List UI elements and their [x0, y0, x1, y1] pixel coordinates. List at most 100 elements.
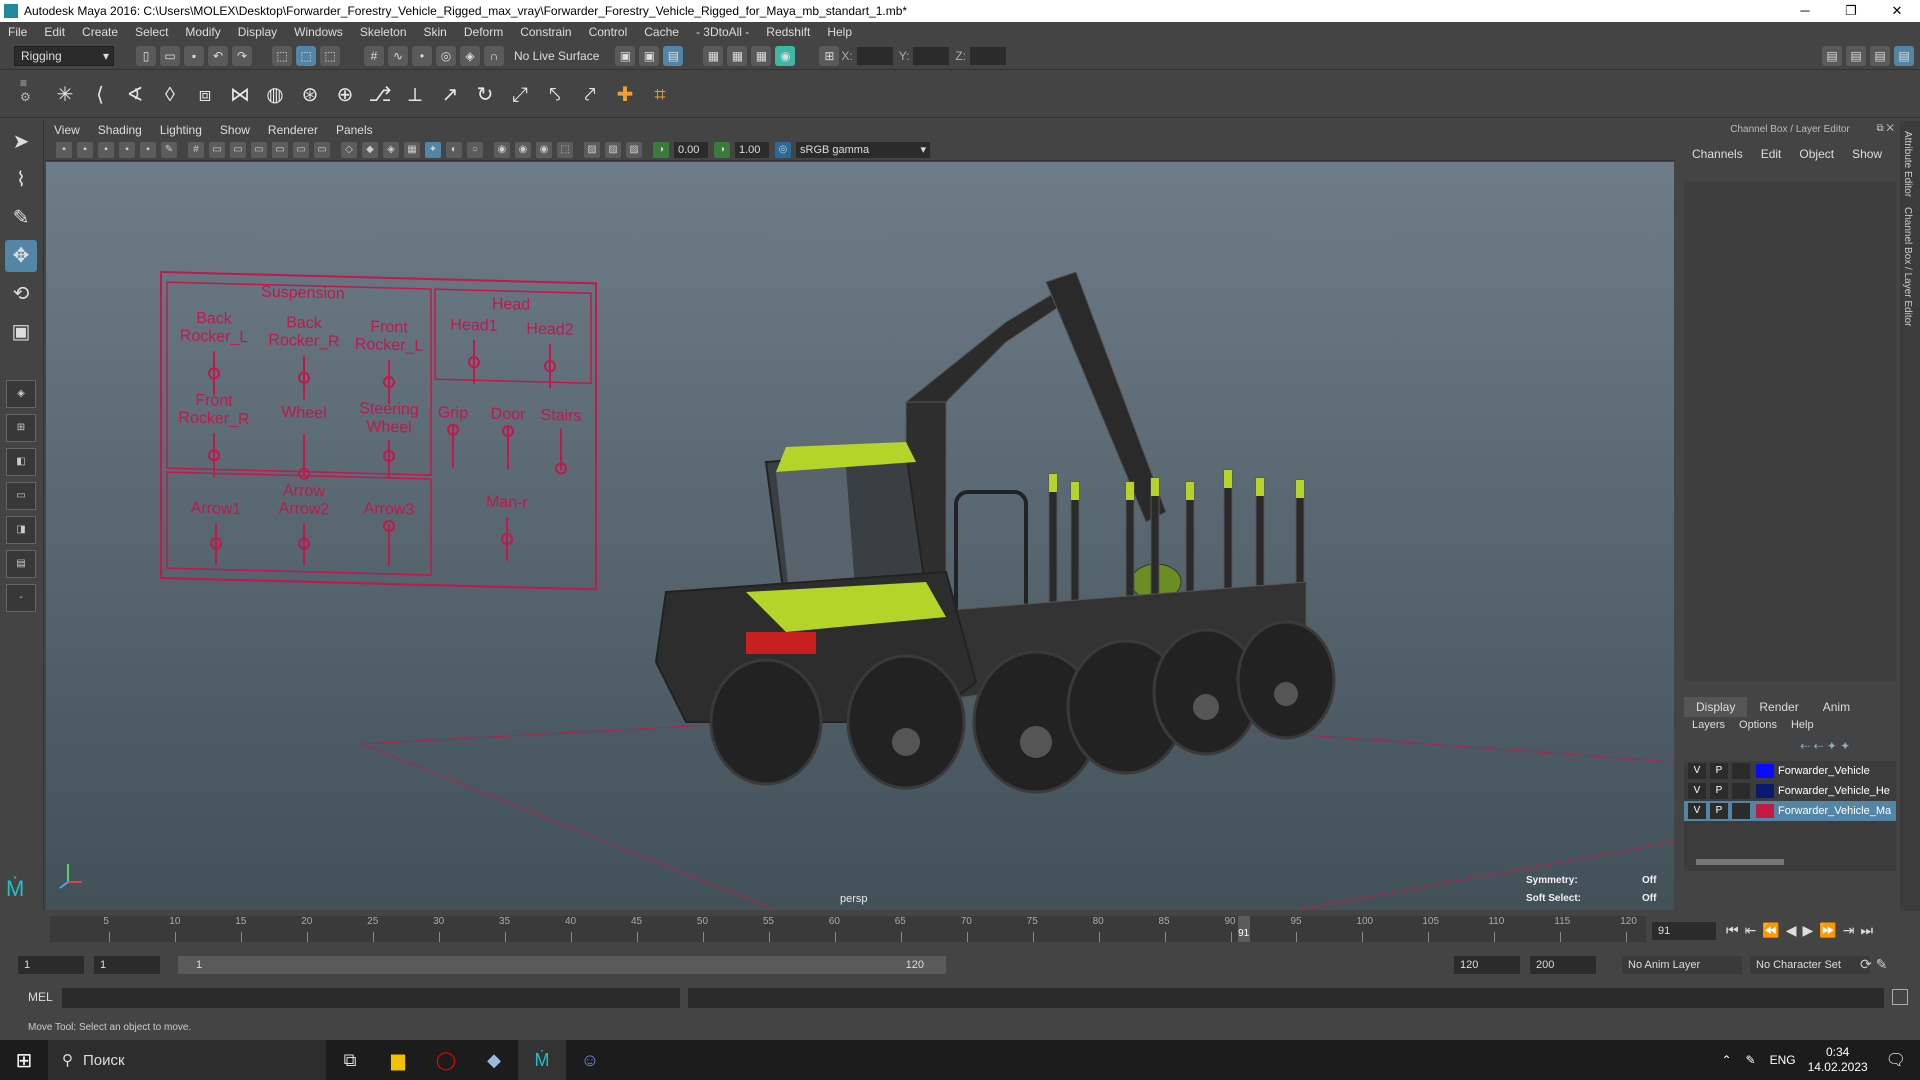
- render-frame-icon[interactable]: ▦: [703, 45, 724, 66]
- pole-vector-icon[interactable]: ⤤: [575, 79, 605, 111]
- bookmark-icon[interactable]: ▪: [98, 141, 114, 158]
- modeling-toolkit-icon[interactable]: ▤: [1822, 45, 1842, 66]
- move-tool-icon[interactable]: ✥: [5, 240, 37, 272]
- maximize-button[interactable]: ❐: [1828, 3, 1874, 19]
- playback-controls[interactable]: ⏮⇤⏪◀▶⏩⇥⏭: [1726, 922, 1879, 939]
- gamma-field[interactable]: 1.00: [735, 141, 769, 158]
- menu-constrain[interactable]: Constrain: [520, 25, 571, 39]
- layer-color-swatch[interactable]: [1756, 784, 1774, 798]
- new-scene-icon[interactable]: ▯: [136, 45, 156, 66]
- tray-chevron-up-icon[interactable]: ⌃: [1721, 1053, 1731, 1067]
- menuset-dropdown[interactable]: Rigging ▾: [14, 45, 114, 66]
- layer-row[interactable]: V P Forwarder_Vehicle: [1684, 761, 1896, 781]
- grease-pencil-icon[interactable]: ✎: [161, 141, 177, 158]
- magnet-icon[interactable]: ∩: [484, 45, 504, 66]
- lights-icon[interactable]: ✦: [425, 141, 441, 158]
- ik-handle-icon[interactable]: ⟨: [85, 79, 115, 111]
- layer-tab-anim[interactable]: Anim: [1811, 697, 1862, 717]
- mirror-joint-icon[interactable]: ◊: [155, 79, 185, 111]
- wire-icon[interactable]: ⟂: [400, 79, 430, 111]
- range-slider-bar[interactable]: 1 120: [178, 956, 946, 974]
- anim-layer-dropdown[interactable]: No Anim Layer: [1622, 956, 1742, 974]
- notifications-icon[interactable]: 🗨: [1886, 1050, 1906, 1070]
- menu-redshift[interactable]: Redshift: [766, 25, 810, 39]
- layer-color-swatch[interactable]: [1756, 764, 1774, 778]
- windows-start-icon[interactable]: ⊞: [0, 1048, 48, 1073]
- safe-title-icon[interactable]: ▭: [314, 141, 330, 158]
- layer-row[interactable]: V P Forwarder_Vehicle_Ma: [1684, 801, 1896, 821]
- keyboard-language[interactable]: ENG: [1770, 1053, 1796, 1067]
- ipr-render-icon[interactable]: ▦: [727, 45, 748, 66]
- x-field[interactable]: [856, 46, 893, 65]
- discord-icon[interactable]: ☺: [566, 1040, 614, 1080]
- current-time-marker[interactable]: 91: [1237, 916, 1250, 942]
- time-ruler[interactable]: 5 10 15 20 25 30 35 40 45 50 55 60 65 70 75 80 85 90 95 100…: [50, 916, 1646, 942]
- layer-name[interactable]: Forwarder_Vehicle_Ma: [1778, 805, 1891, 817]
- orient-joint-icon[interactable]: ⧈: [190, 79, 220, 111]
- layer-playback-toggle[interactable]: P: [1710, 803, 1728, 819]
- bind-skin-icon[interactable]: ⋈: [225, 79, 255, 111]
- task-view-icon[interactable]: ⧉: [326, 1040, 374, 1080]
- menu-skeleton[interactable]: Skeleton: [360, 25, 407, 39]
- single-view-layout-icon[interactable]: ◈: [6, 380, 36, 408]
- maya-taskbar-icon[interactable]: Ṁ: [518, 1040, 566, 1080]
- layer-type-toggle[interactable]: [1732, 763, 1750, 779]
- camera-attr-icon[interactable]: ▪: [77, 141, 93, 158]
- close-button[interactable]: ✕: [1874, 3, 1920, 19]
- vp-menu-shading[interactable]: Shading: [98, 123, 142, 137]
- lasso-tool-icon[interactable]: ⌇: [5, 164, 37, 196]
- paint-weights-icon[interactable]: ◍: [260, 79, 290, 111]
- exposure-icon[interactable]: ◑: [653, 141, 669, 158]
- slider-controls[interactable]: [208, 333, 567, 574]
- layer-menu-layers[interactable]: Layers: [1692, 719, 1725, 731]
- tool-settings-icon[interactable]: ▤: [1870, 45, 1890, 66]
- camera-select-icon[interactable]: ▪: [56, 141, 72, 158]
- character-set-dropdown[interactable]: No Character Set: [1750, 956, 1870, 974]
- xray-icon[interactable]: ▨: [584, 141, 600, 158]
- forwarder-vehicle-model[interactable]: [654, 271, 1336, 794]
- layer-playback-toggle[interactable]: P: [1710, 763, 1728, 779]
- layer-name[interactable]: Forwarder_Vehicle_He: [1778, 785, 1890, 797]
- attribute-editor-icon[interactable]: ▤: [1846, 45, 1866, 66]
- layer-tab-render[interactable]: Render: [1747, 697, 1810, 717]
- vp-menu-panels[interactable]: Panels: [336, 123, 373, 137]
- pen-icon[interactable]: ✎: [1746, 1053, 1756, 1067]
- ambient-occlusion-icon[interactable]: ○: [467, 141, 483, 158]
- motion-blur-icon[interactable]: ◉: [494, 141, 510, 158]
- hypershade-layout-icon[interactable]: ▤: [6, 550, 36, 578]
- orient-constraint-icon[interactable]: ↻: [470, 79, 500, 111]
- layer-scrollbar[interactable]: [1696, 859, 1784, 865]
- playback-start-field[interactable]: 1: [94, 956, 160, 974]
- menu-display[interactable]: Display: [238, 25, 277, 39]
- taskbar-search[interactable]: ⚲ Поиск: [48, 1040, 326, 1080]
- layer-type-toggle[interactable]: [1732, 803, 1750, 819]
- layer-color-swatch[interactable]: [1756, 804, 1774, 818]
- side-by-side-layout-icon[interactable]: ◧: [6, 448, 36, 476]
- shelf-tabs-icon[interactable]: ≡ ⚙: [20, 76, 31, 104]
- parent-constraint-icon[interactable]: ⤢: [505, 79, 535, 111]
- layer-menu-options[interactable]: Options: [1739, 719, 1777, 731]
- menu-skin[interactable]: Skin: [424, 25, 447, 39]
- clock[interactable]: 0:34 14.02.2023: [1808, 1045, 1868, 1075]
- layer-visibility-toggle[interactable]: V: [1688, 763, 1706, 779]
- layer-tab-display[interactable]: Display: [1684, 697, 1748, 717]
- output-ops-icon[interactable]: ▣: [639, 45, 660, 66]
- save-scene-icon[interactable]: ▪: [184, 45, 204, 66]
- menu-cache[interactable]: Cache: [644, 25, 679, 39]
- z-field[interactable]: [970, 46, 1007, 65]
- blend-shape-icon[interactable]: ⎇: [365, 79, 395, 111]
- transform-mode-icon[interactable]: ⊞: [819, 45, 840, 66]
- textured-icon[interactable]: ▦: [404, 141, 420, 158]
- snap-grid-icon[interactable]: #: [364, 45, 384, 66]
- joint-tool-icon[interactable]: ✳: [50, 79, 80, 111]
- ik-spline-icon[interactable]: ∢: [120, 79, 150, 111]
- scale-tool-icon[interactable]: ▣: [5, 316, 37, 348]
- gamma-icon[interactable]: ◑: [714, 141, 730, 158]
- select-tool-icon[interactable]: ➤: [5, 126, 37, 158]
- smooth-shade-icon[interactable]: ◆: [362, 141, 378, 158]
- snap-surface-icon[interactable]: ◈: [460, 45, 480, 66]
- cb-menu-edit[interactable]: Edit: [1761, 147, 1782, 161]
- menu-deform[interactable]: Deform: [464, 25, 503, 39]
- start-time-field[interactable]: 1: [18, 956, 84, 974]
- playback-end-field[interactable]: 120: [1454, 956, 1520, 974]
